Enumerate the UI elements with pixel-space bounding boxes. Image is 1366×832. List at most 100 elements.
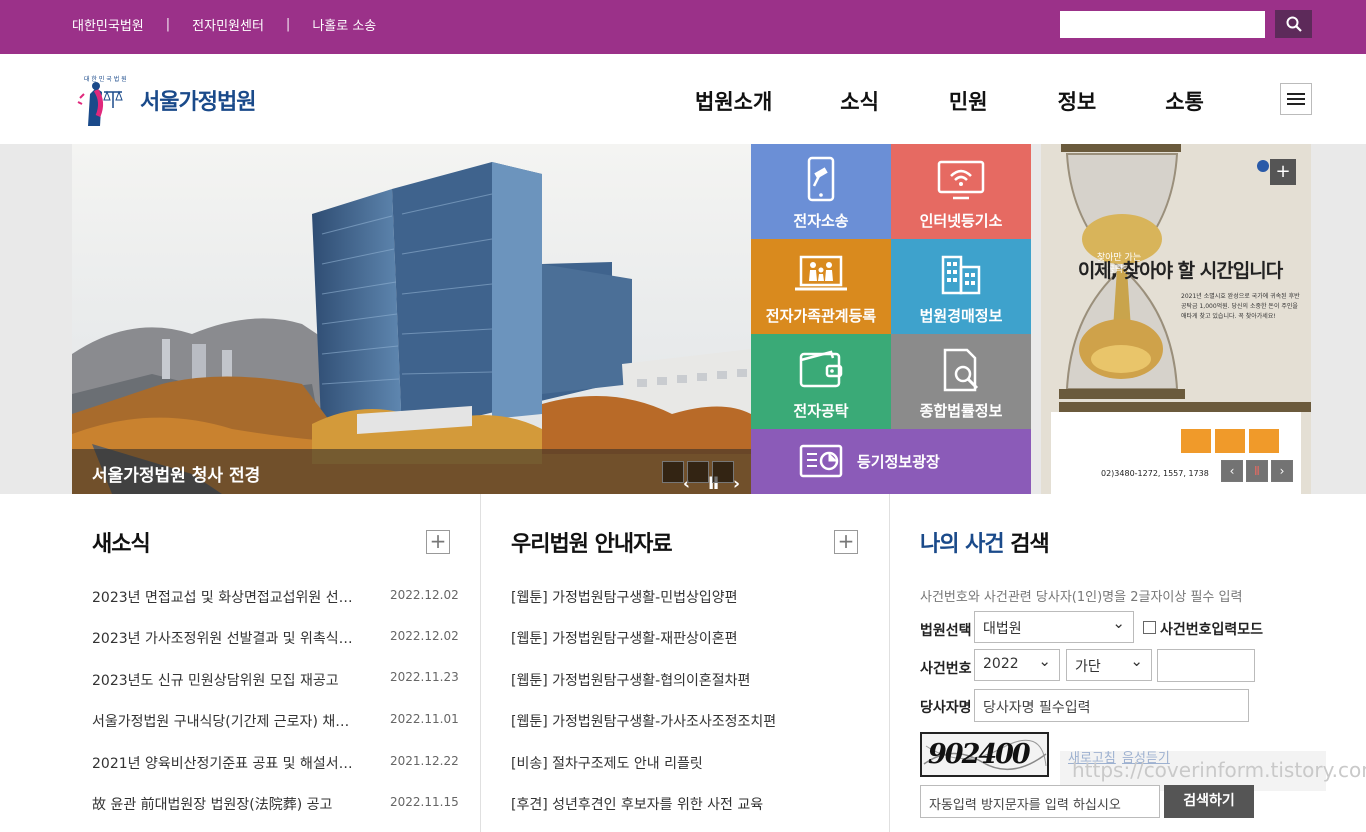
tile-e-family-registry[interactable]: 전자가족관계등록 <box>751 239 891 334</box>
separator: | <box>165 17 171 32</box>
news-section: 새소식 + 2023년 면접교섭 및 화상면접교섭위원 선… 2022.12.0… <box>72 494 480 832</box>
case-number-label: 사건번호 <box>920 661 972 677</box>
court-select[interactable]: 대법원 <box>974 611 1134 643</box>
tile-e-deposit[interactable]: 전자공탁 <box>751 334 891 429</box>
link-supreme-court[interactable]: 대한민국법원 <box>72 15 144 34</box>
nav-news[interactable]: 소식 <box>840 86 879 116</box>
tile-e-litigation[interactable]: 전자소송 <box>751 144 891 239</box>
courthouse-photo <box>72 144 751 494</box>
tile-label: 전자공탁 <box>793 402 849 420</box>
guide-item[interactable]: [비송] 절차구조제도 안내 리플릿 <box>511 753 703 773</box>
case-number-mode-checkbox[interactable] <box>1143 621 1156 634</box>
buildings-icon <box>941 255 981 295</box>
slide-caption: 서울가정법원 청사 전경 <box>92 466 261 486</box>
news-item[interactable]: 故 윤관 前대법원장 법원장(法院葬) 공고 <box>92 794 332 814</box>
tile-registry-info-plaza[interactable]: 등기정보광장 <box>751 429 1031 494</box>
global-navigation: 법원소개 소식 민원 정보 소통 <box>690 86 1204 116</box>
captcha-image: 902400 <box>920 732 1049 777</box>
nav-civil-service[interactable]: 민원 <box>949 86 988 116</box>
nav-communication[interactable]: 소통 <box>1165 86 1204 116</box>
guide-more-button[interactable]: + <box>834 530 858 554</box>
court-name: 서울가정법원 <box>140 90 256 115</box>
guide-section: 우리법원 안내자료 + [웹툰] 가정법원탐구생활-민법상입양편 [웹툰] 가정… <box>491 494 889 832</box>
plus-icon: + <box>429 529 447 553</box>
case-search-button[interactable]: 검색하기 <box>1164 785 1254 818</box>
tile-court-auction[interactable]: 법원경매정보 <box>891 239 1031 334</box>
court-select-value: 대법원 <box>983 621 1022 637</box>
party-name-input[interactable]: 당사자명 필수입력 <box>974 689 1249 722</box>
guide-item[interactable]: [후견] 성년후견인 후보자를 위한 사전 교육 <box>511 794 763 814</box>
all-menu-button[interactable] <box>1280 83 1312 115</box>
slide-pause-button[interactable]: Ⅱ <box>687 461 719 494</box>
slide-next-button[interactable]: › <box>712 461 740 494</box>
news-item[interactable]: 2023년 가사조정위원 선발결과 및 위촉식… <box>92 628 353 648</box>
utility-links: 대한민국법원 | 전자민원센터 | 나홀로 소송 <box>72 15 376 34</box>
news-date: 2022.11.01 <box>390 712 459 726</box>
tile-label: 법원경매정보 <box>919 307 1003 325</box>
news-item[interactable]: 서울가정법원 구내식당(기간제 근로자) 채… <box>92 711 349 731</box>
courthouse-photo-slider: 서울가정법원 청사 전경 ‹ Ⅱ › <box>72 144 751 494</box>
plus-icon: + <box>837 529 855 553</box>
case-type-value: 가단 <box>1075 659 1101 675</box>
promo-banner[interactable]: 찾아만 가는 공탁금 이제, 찾아야 할 시간입니다 2021년 소멸시효 완성… <box>1041 144 1311 494</box>
case-search-title: 나의 사건 검색 <box>920 526 1050 558</box>
pause-icon: Ⅱ <box>1254 464 1260 478</box>
case-type-select[interactable]: 가단 <box>1066 649 1152 681</box>
case-search-title-highlight: 나의 사건 <box>920 532 1005 557</box>
news-item[interactable]: 2023년도 신규 민원상담위원 모집 재공고 <box>92 670 339 690</box>
site-search-button[interactable] <box>1275 10 1312 38</box>
tile-label: 전자소송 <box>793 212 849 230</box>
tile-label: 전자가족관계등록 <box>765 307 877 325</box>
party-name-label: 당사자명 <box>920 700 972 716</box>
banner-next-button[interactable]: › <box>1271 460 1293 482</box>
guide-item[interactable]: [웹툰] 가정법원탐구생활-민법상입양편 <box>511 587 738 607</box>
poster-more-button[interactable]: + <box>1270 159 1296 185</box>
column-divider <box>480 494 481 832</box>
search-icon <box>1286 16 1302 32</box>
news-item[interactable]: 2021년 양육비산정기준표 공표 및 해설서… <box>92 753 353 773</box>
captcha-input[interactable]: 자동입력 방지문자를 입력 하십시오 <box>920 785 1160 818</box>
case-number-mode-label: 사건번호입력모드 <box>1160 622 1264 638</box>
nav-info[interactable]: 정보 <box>1058 86 1097 116</box>
court-logo[interactable]: 대 한 민 국 법 원 서울가정법원 <box>74 72 256 128</box>
column-divider <box>889 494 890 832</box>
court-select-label: 법원선택 <box>920 623 972 639</box>
captcha-text: 902400 <box>928 739 1031 770</box>
site-search-input[interactable] <box>1060 11 1265 38</box>
chevron-right-icon: › <box>1279 464 1285 478</box>
tile-label: 인터넷등기소 <box>919 212 1003 230</box>
chevron-right-icon: › <box>733 474 741 494</box>
tile-label: 종합법률정보 <box>919 402 1003 420</box>
news-date: 2021.12.22 <box>390 754 459 768</box>
banner-prev-button[interactable]: ‹ <box>1221 460 1243 482</box>
poster-body: 2021년 소멸시효 완성으로 국가에 귀속된 후반 공탁금 1,000억원. … <box>1181 293 1300 320</box>
link-e-civil-center[interactable]: 전자민원센터 <box>192 15 264 34</box>
slide-prev-button[interactable]: ‹ <box>662 461 690 494</box>
case-number-input[interactable] <box>1157 649 1255 682</box>
tile-internet-registry[interactable]: 인터넷등기소 <box>891 144 1031 239</box>
guide-item[interactable]: [웹툰] 가정법원탐구생활-재판상이혼편 <box>511 628 738 648</box>
news-title: 새소식 <box>92 532 151 557</box>
top-utility-bar: 대한민국법원 | 전자민원센터 | 나홀로 소송 <box>0 0 1366 54</box>
tile-legal-info[interactable]: 종합법률정보 <box>891 334 1031 429</box>
news-item[interactable]: 2023년 면접교섭 및 화상면접교섭위원 선… <box>92 587 353 607</box>
banner-pause-button[interactable]: Ⅱ <box>1246 460 1268 482</box>
case-search-title-rest: 검색 <box>1003 532 1049 557</box>
chevron-left-icon: ‹ <box>1229 464 1235 478</box>
case-search-notice: 사건번호와 사건관련 당사자(1인)명을 2글자이상 필수 입력 <box>920 590 1243 605</box>
case-year-value: 2022 <box>983 656 1019 672</box>
nav-about[interactable]: 법원소개 <box>695 86 772 116</box>
tablet-gavel-icon <box>807 156 835 202</box>
news-date: 2022.11.15 <box>390 795 459 809</box>
guide-item[interactable]: [웹툰] 가정법원탐구생활-협의이혼절차편 <box>511 670 750 690</box>
news-more-button[interactable]: + <box>426 530 450 554</box>
family-laptop-icon <box>795 255 847 291</box>
wallet-icon <box>799 350 843 388</box>
main-header: 대 한 민 국 법 원 서울가정법원 법원소개 소식 민원 정보 소통 <box>0 54 1366 144</box>
separator: | <box>285 17 291 32</box>
monitor-wifi-icon <box>937 160 985 200</box>
link-self-litigation[interactable]: 나홀로 소송 <box>312 15 376 34</box>
captcha-placeholder: 자동입력 방지문자를 입력 하십시오 <box>929 798 1121 813</box>
guide-item[interactable]: [웹툰] 가정법원탐구생활-가사조사조정조치편 <box>511 711 776 731</box>
case-year-select[interactable]: 2022 <box>974 649 1060 681</box>
